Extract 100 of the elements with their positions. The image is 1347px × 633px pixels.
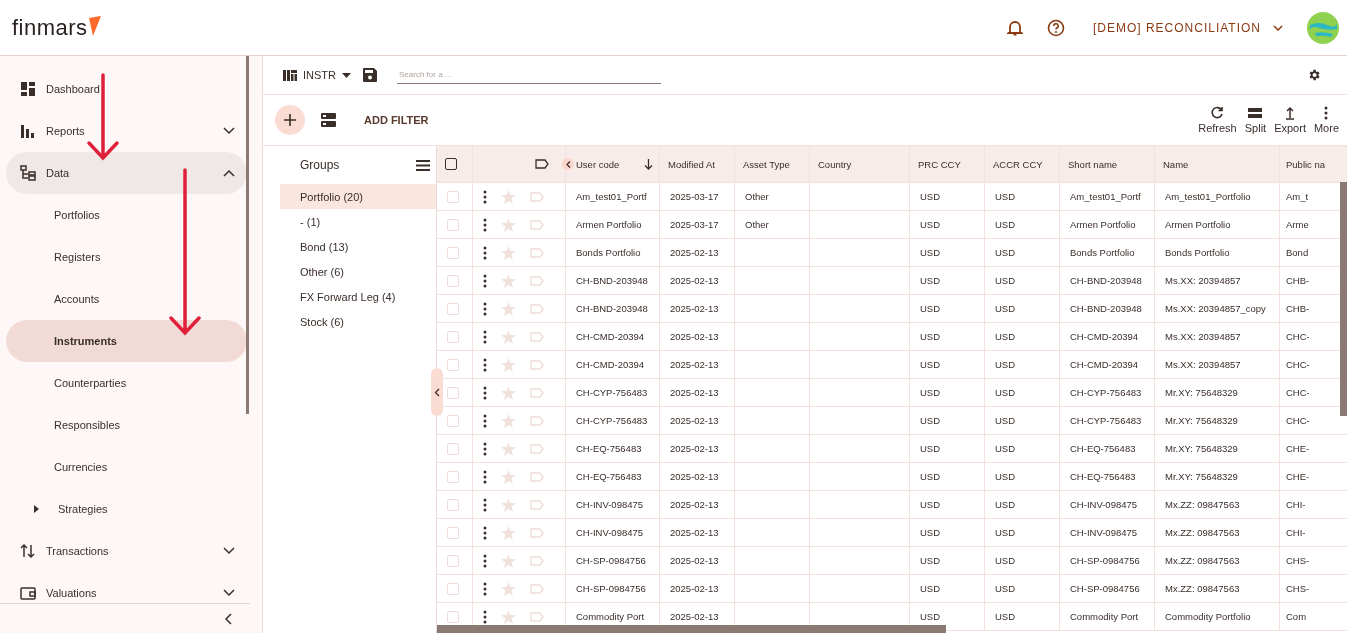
star-icon[interactable]: [501, 525, 516, 540]
group-item[interactable]: Stock (6): [280, 309, 436, 334]
group-item[interactable]: - (1): [280, 209, 436, 234]
star-icon[interactable]: [501, 385, 516, 400]
star-icon[interactable]: [501, 441, 516, 456]
star-icon[interactable]: [501, 189, 516, 204]
sidebar-item[interactable]: Dashboard: [6, 68, 247, 110]
more-icon[interactable]: [483, 245, 487, 260]
tag-icon[interactable]: [535, 159, 549, 169]
row-checkbox[interactable]: [447, 358, 459, 371]
column-header[interactable]: Asset Type: [735, 146, 810, 182]
toolbar-button[interactable]: More: [1311, 106, 1341, 134]
row-checkbox[interactable]: [447, 470, 459, 483]
avatar[interactable]: [1307, 11, 1339, 44]
more-icon[interactable]: [483, 469, 487, 484]
row-checkbox[interactable]: [447, 218, 459, 231]
column-header[interactable]: ACCR CCY: [985, 146, 1060, 182]
row-checkbox[interactable]: [447, 190, 459, 203]
row-checkbox[interactable]: [447, 526, 459, 539]
row-checkbox[interactable]: [447, 582, 459, 595]
star-icon[interactable]: [501, 581, 516, 596]
scrollbar[interactable]: [1340, 182, 1347, 416]
more-icon[interactable]: [483, 217, 487, 232]
add-filter-button[interactable]: ADD FILTER: [358, 113, 435, 127]
select-all-checkbox[interactable]: [445, 158, 457, 170]
help-icon[interactable]: [1046, 18, 1065, 37]
group-item[interactable]: FX Forward Leg (4): [280, 284, 436, 309]
row-checkbox[interactable]: [447, 442, 459, 455]
star-icon[interactable]: [501, 497, 516, 512]
sidebar-item[interactable]: Reports: [6, 110, 247, 152]
sidebar-item[interactable]: Strategies: [6, 488, 247, 530]
more-icon[interactable]: [483, 525, 487, 540]
row-checkbox[interactable]: [447, 274, 459, 287]
row-checkbox[interactable]: [447, 386, 459, 399]
sidebar-item[interactable]: Valuations: [6, 572, 247, 603]
star-icon[interactable]: [501, 245, 516, 260]
scrollbar[interactable]: [437, 625, 946, 633]
row-checkbox[interactable]: [447, 330, 459, 343]
bell-icon[interactable]: [1006, 18, 1023, 37]
sidebar-item[interactable]: Currencies: [6, 446, 247, 488]
row-checkbox[interactable]: [447, 302, 459, 315]
toolbar-button[interactable]: Refresh: [1196, 106, 1239, 134]
star-icon[interactable]: [501, 413, 516, 428]
star-icon[interactable]: [501, 609, 516, 624]
star-icon[interactable]: [501, 469, 516, 484]
row-checkbox[interactable]: [447, 554, 459, 567]
star-icon[interactable]: [501, 301, 516, 316]
group-item[interactable]: Portfolio (20): [280, 184, 436, 209]
sort-arrow-icon[interactable]: [644, 158, 653, 170]
sidebar-item[interactable]: Registers: [6, 236, 247, 278]
toolbar-button[interactable]: Split: [1242, 106, 1269, 134]
star-icon[interactable]: [501, 217, 516, 232]
column-header[interactable]: Short name: [1060, 146, 1155, 182]
more-icon[interactable]: [483, 609, 487, 624]
more-icon[interactable]: [483, 273, 487, 288]
scrollbar[interactable]: [246, 56, 249, 414]
column-header[interactable]: Name: [1155, 146, 1280, 182]
row-checkbox[interactable]: [447, 414, 459, 427]
row-checkbox[interactable]: [447, 246, 459, 259]
more-icon[interactable]: [483, 581, 487, 596]
sidebar-item[interactable]: Transactions: [6, 530, 247, 572]
more-icon[interactable]: [483, 413, 487, 428]
column-header[interactable]: Public na: [1280, 146, 1342, 182]
star-icon[interactable]: [501, 329, 516, 344]
collapse-groups-handle[interactable]: [431, 368, 443, 416]
workspace-selector[interactable]: [DEMO] RECONCILIATION: [1092, 20, 1283, 35]
column-header[interactable]: Country: [810, 146, 910, 182]
column-header[interactable]: User code: [566, 146, 660, 182]
row-checkbox[interactable]: [447, 498, 459, 511]
more-icon[interactable]: [483, 301, 487, 316]
collapse-sidebar-button[interactable]: [222, 610, 234, 627]
sidebar-item[interactable]: Accounts: [6, 278, 247, 320]
more-icon[interactable]: [483, 497, 487, 512]
toolbar-button[interactable]: Export: [1272, 106, 1308, 134]
star-icon[interactable]: [501, 553, 516, 568]
sidebar-item[interactable]: Responsibles: [6, 404, 247, 446]
menu-icon[interactable]: [416, 159, 430, 171]
more-icon[interactable]: [483, 189, 487, 204]
more-icon[interactable]: [483, 385, 487, 400]
settings-icon[interactable]: [1307, 68, 1321, 82]
more-icon[interactable]: [483, 329, 487, 344]
add-button[interactable]: [275, 105, 305, 135]
star-icon[interactable]: [501, 357, 516, 372]
group-item[interactable]: Other (6): [280, 259, 436, 284]
group-item[interactable]: Bond (13): [280, 234, 436, 259]
scroll-left-button[interactable]: [562, 158, 574, 170]
star-icon[interactable]: [501, 273, 516, 288]
more-icon[interactable]: [483, 357, 487, 372]
sidebar-item[interactable]: Instruments: [6, 320, 247, 362]
filter-panel-icon[interactable]: [321, 113, 336, 127]
layout-selector[interactable]: INSTR: [283, 69, 351, 81]
column-header[interactable]: PRC CCY: [910, 146, 985, 182]
more-icon[interactable]: [483, 553, 487, 568]
sidebar-item[interactable]: Portfolios: [6, 194, 247, 236]
sidebar-item[interactable]: Data: [6, 152, 247, 194]
save-icon[interactable]: [363, 68, 377, 82]
sidebar-item[interactable]: Counterparties: [6, 362, 247, 404]
row-checkbox[interactable]: [447, 610, 459, 623]
more-icon[interactable]: [483, 441, 487, 456]
column-header[interactable]: Modified At: [660, 146, 735, 182]
